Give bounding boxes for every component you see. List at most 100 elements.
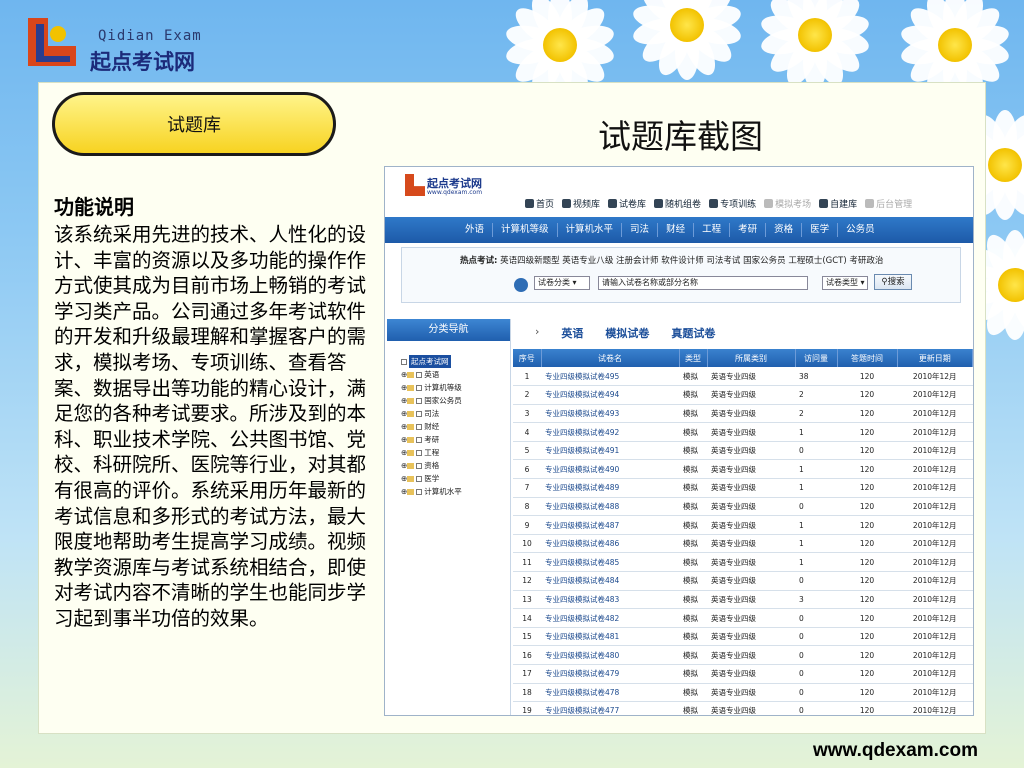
table-row[interactable]: 15 专业四级模拟试卷481 模拟 英语专业四级 0 120 2010年12月 <box>513 627 973 647</box>
cell-paper-name[interactable]: 专业四级模拟试卷485 <box>541 552 679 573</box>
table-row[interactable]: 3 专业四级模拟试卷493 模拟 英语专业四级 2 120 2010年12月 <box>513 404 973 424</box>
hot-exams-label: 热点考试: <box>460 256 498 266</box>
breadcrumb-real-papers[interactable]: 真题试卷 <box>671 325 715 341</box>
cell-paper-name[interactable]: 专业四级模拟试卷483 <box>541 590 679 610</box>
menu-item-computer-grade[interactable]: 计算机等级 <box>493 223 558 237</box>
cell-category: 英语专业四级 <box>707 478 795 498</box>
col-header-answer-time[interactable]: 答题时间 <box>837 349 898 367</box>
cell-answer-time: 120 <box>837 478 897 498</box>
site-logo[interactable]: 起点考试网 www.qdexam.com <box>405 174 491 198</box>
cell-paper-name[interactable]: 专业四级模拟试卷479 <box>541 664 679 684</box>
nav-admin[interactable]: 后台管理 <box>865 197 912 210</box>
tree-item-medicine[interactable]: ⊕ 医学 <box>401 472 510 485</box>
cell-paper-name[interactable]: 专业四级模拟试卷486 <box>541 534 679 554</box>
paper-type-select[interactable]: 试卷类型 ▾ <box>822 276 868 290</box>
tree-root[interactable]: 起点考试网 <box>401 355 510 368</box>
cell-type: 模拟 <box>679 683 707 703</box>
cell-paper-name[interactable]: 专业四级模拟试卷489 <box>541 478 679 498</box>
nav-mock-exam[interactable]: 模拟考场 <box>764 197 811 210</box>
menu-item-judicial[interactable]: 司法 <box>622 223 659 237</box>
tree-item-judicial[interactable]: ⊕ 司法 <box>401 407 510 420</box>
table-row[interactable]: 14 专业四级模拟试卷482 模拟 英语专业四级 0 120 2010年12月 <box>513 608 973 628</box>
table-row[interactable]: 9 专业四级模拟试卷487 模拟 英语专业四级 1 120 2010年12月 <box>513 515 973 535</box>
menu-item-computer-level[interactable]: 计算机水平 <box>558 223 623 237</box>
nav-special-training[interactable]: 专项训练 <box>709 197 756 210</box>
cell-paper-name[interactable]: 专业四级模拟试卷487 <box>541 515 679 535</box>
search-circle-icon <box>514 278 528 292</box>
cell-paper-name[interactable]: 专业四级模拟试卷491 <box>541 441 679 461</box>
tree-item-finance[interactable]: ⊕ 财经 <box>401 420 510 433</box>
menu-item-finance[interactable]: 财经 <box>658 223 695 237</box>
table-row[interactable]: 4 专业四级模拟试卷492 模拟 英语专业四级 1 120 2010年12月 <box>513 422 973 442</box>
nav-video-library[interactable]: 视频库 <box>562 197 600 210</box>
cell-paper-name[interactable]: 专业四级模拟试卷494 <box>541 385 679 405</box>
cell-category: 英语专业四级 <box>707 664 795 684</box>
menu-item-civil-servant[interactable]: 公务员 <box>838 223 883 237</box>
footer-website-url[interactable]: www.qdexam.com <box>813 740 978 762</box>
tree-item-english[interactable]: ⊕ 英语 <box>401 368 510 381</box>
table-row[interactable]: 7 专业四级模拟试卷489 模拟 英语专业四级 1 120 2010年12月 <box>513 478 973 498</box>
table-row[interactable]: 18 专业四级模拟试卷478 模拟 英语专业四级 0 120 2010年12月 <box>513 683 973 703</box>
cell-paper-name[interactable]: 专业四级模拟试卷488 <box>541 497 679 517</box>
cell-answer-time: 120 <box>837 645 897 665</box>
menu-item-qualification[interactable]: 资格 <box>766 223 803 237</box>
cell-paper-name[interactable]: 专业四级模拟试卷490 <box>541 459 679 480</box>
cell-paper-name[interactable]: 专业四级模拟试卷492 <box>541 422 679 442</box>
cell-index: 6 <box>513 459 541 480</box>
cell-paper-name[interactable]: 专业四级模拟试卷480 <box>541 645 679 665</box>
cell-paper-name[interactable]: 专业四级模拟试卷478 <box>541 683 679 703</box>
nav-random-paper[interactable]: 随机组卷 <box>654 197 701 210</box>
tree-item-qualification[interactable]: ⊕ 资格 <box>401 459 510 472</box>
col-header-category[interactable]: 所属类别 <box>707 349 796 367</box>
cell-update-date: 2010年12月 <box>897 385 973 405</box>
table-row[interactable]: 16 专业四级模拟试卷480 模拟 英语专业四级 0 120 2010年12月 <box>513 645 973 665</box>
table-row[interactable]: 11 专业四级模拟试卷485 模拟 英语专业四级 1 120 2010年12月 <box>513 552 973 573</box>
breadcrumb-english[interactable]: 英语 <box>561 325 583 341</box>
cell-update-date: 2010年12月 <box>897 515 973 535</box>
table-row[interactable]: 13 专业四级模拟试卷483 模拟 英语专业四级 3 120 2010年12月 <box>513 590 973 610</box>
table-row[interactable]: 1 专业四级模拟试卷495 模拟 英语专业四级 38 120 2010年12月 <box>513 367 973 387</box>
search-button[interactable]: ⚲搜索 <box>874 274 912 290</box>
table-row[interactable]: 5 专业四级模拟试卷491 模拟 英语专业四级 0 120 2010年12月 <box>513 441 973 461</box>
table-row[interactable]: 19 专业四级模拟试卷477 模拟 英语专业四级 0 120 2010年12月 <box>513 701 973 715</box>
table-row[interactable]: 6 专业四级模拟试卷490 模拟 英语专业四级 1 120 2010年12月 <box>513 459 973 480</box>
col-header-index[interactable]: 序号 <box>513 349 542 367</box>
nav-custom-library[interactable]: 自建库 <box>819 197 857 210</box>
cell-update-date: 2010年12月 <box>897 497 973 517</box>
cell-paper-name[interactable]: 专业四级模拟试卷484 <box>541 571 679 591</box>
tree-item-postgraduate[interactable]: ⊕ 考研 <box>401 433 510 446</box>
menu-item-foreign-language[interactable]: 外语 <box>457 223 494 237</box>
table-row[interactable]: 17 专业四级模拟试卷479 模拟 英语专业四级 0 120 2010年12月 <box>513 664 973 684</box>
cell-paper-name[interactable]: 专业四级模拟试卷477 <box>541 701 679 715</box>
tree-item-civil-servant[interactable]: ⊕ 国家公务员 <box>401 394 510 407</box>
col-header-views[interactable]: 访问量 <box>795 349 838 367</box>
cell-views: 0 <box>795 497 837 517</box>
breadcrumb-mock-papers[interactable]: 模拟试卷 <box>605 325 649 341</box>
cell-answer-time: 120 <box>837 608 897 628</box>
col-header-type[interactable]: 类型 <box>679 349 708 367</box>
daisy-flower-decoration <box>630 0 744 80</box>
nav-paper-library[interactable]: 试卷库 <box>608 197 646 210</box>
table-row[interactable]: 10 专业四级模拟试卷486 模拟 英语专业四级 1 120 2010年12月 <box>513 534 973 554</box>
tree-item-computer-level[interactable]: ⊕ 计算机水平 <box>401 485 510 498</box>
paper-category-select[interactable]: 试卷分类 ▾ <box>534 276 590 290</box>
cell-paper-name[interactable]: 专业四级模拟试卷481 <box>541 627 679 647</box>
table-row[interactable]: 2 专业四级模拟试卷494 模拟 英语专业四级 2 120 2010年12月 <box>513 385 973 405</box>
col-header-update-date[interactable]: 更新日期 <box>897 349 973 367</box>
hot-exams-links[interactable]: 英语四级新题型 英语专业八级 注册会计师 软件设计师 司法考试 国家公务员 工程… <box>500 256 883 266</box>
table-row[interactable]: 8 专业四级模拟试卷488 模拟 英语专业四级 0 120 2010年12月 <box>513 497 973 517</box>
cell-paper-name[interactable]: 专业四级模拟试卷482 <box>541 608 679 628</box>
nav-home[interactable]: 首页 <box>525 197 554 210</box>
tree-item-computer-grade[interactable]: ⊕ 计算机等级 <box>401 381 510 394</box>
cell-paper-name[interactable]: 专业四级模拟试卷493 <box>541 404 679 424</box>
col-header-paper-name[interactable]: 试卷名 <box>541 349 680 367</box>
menu-item-medicine[interactable]: 医学 <box>802 223 839 237</box>
menu-item-engineering[interactable]: 工程 <box>694 223 731 237</box>
table-row[interactable]: 12 专业四级模拟试卷484 模拟 英语专业四级 0 120 2010年12月 <box>513 571 973 591</box>
cell-update-date: 2010年12月 <box>897 422 973 442</box>
menu-item-postgraduate[interactable]: 考研 <box>730 223 767 237</box>
cell-paper-name[interactable]: 专业四级模拟试卷495 <box>541 367 679 387</box>
paper-name-search-input[interactable]: 请输入试卷名称或部分名称 <box>598 276 808 290</box>
tree-item-engineering[interactable]: ⊕ 工程 <box>401 446 510 459</box>
cell-index: 10 <box>513 534 541 554</box>
